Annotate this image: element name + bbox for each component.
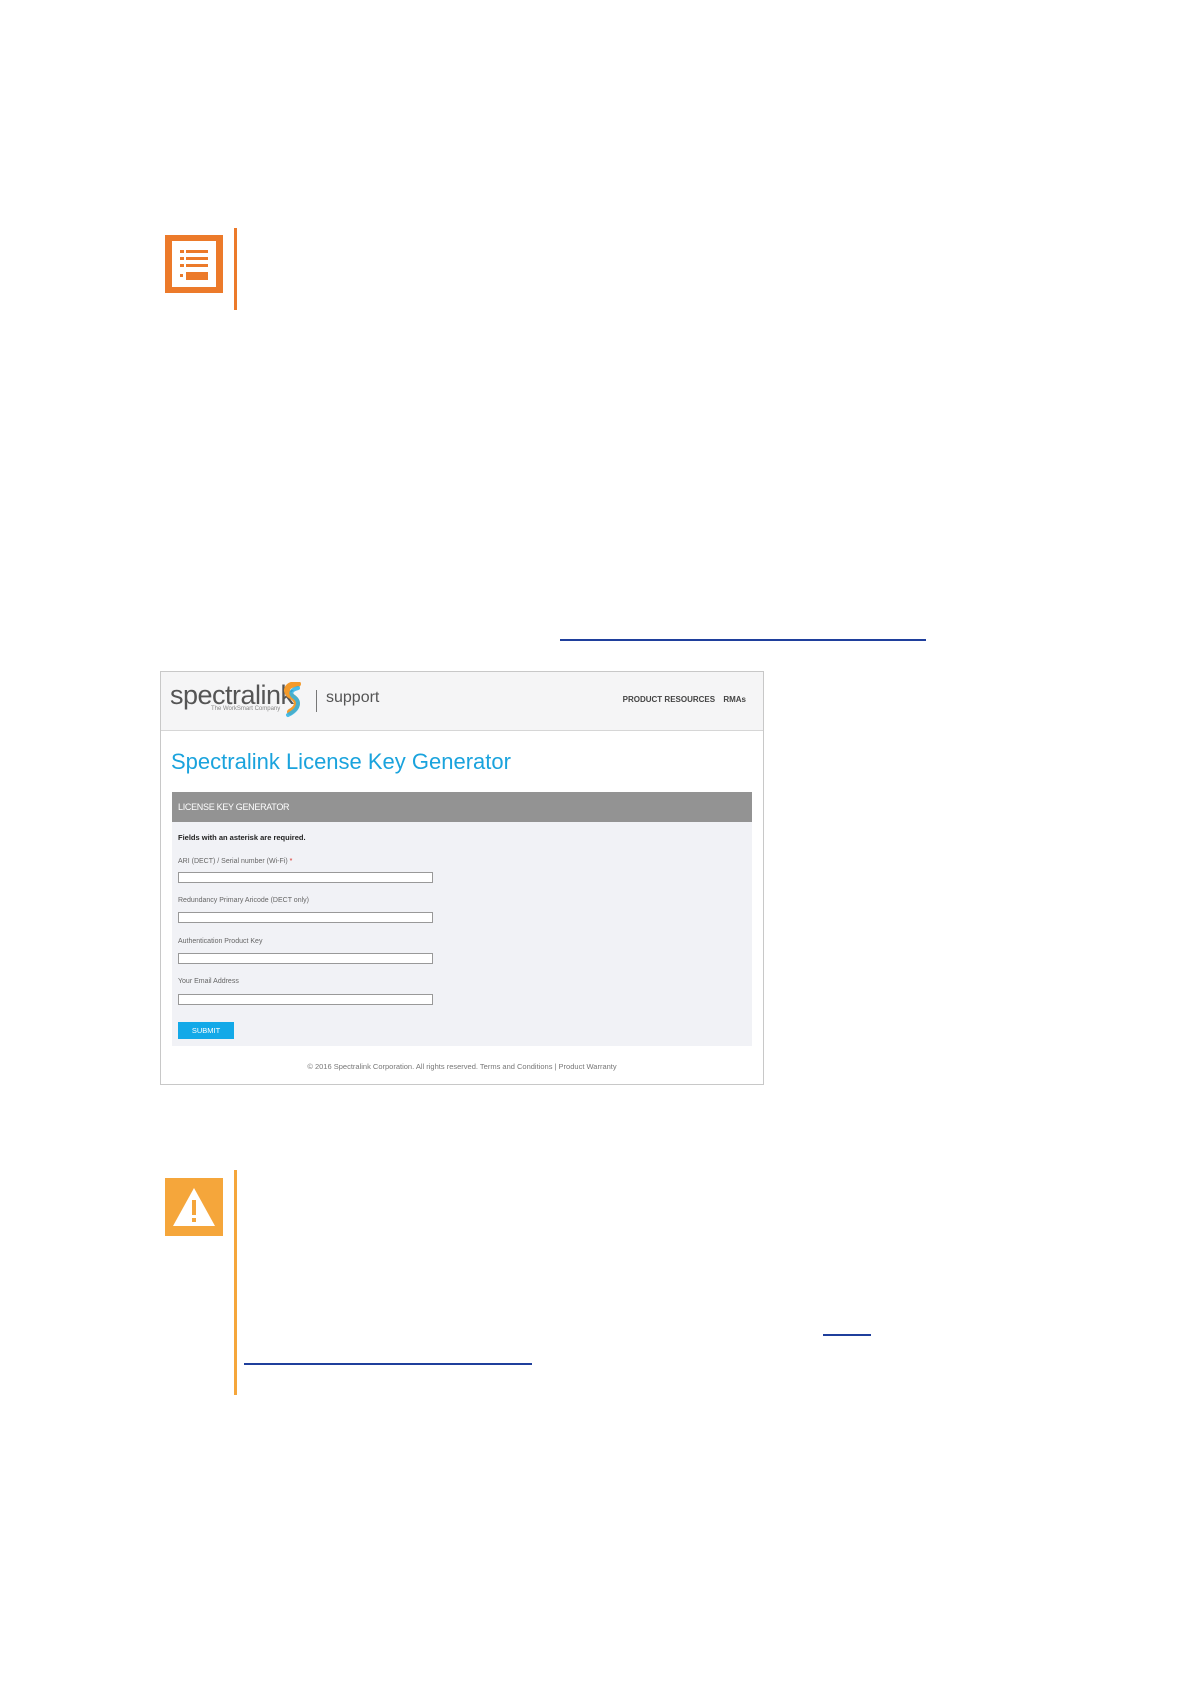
- site-header: spectralink The WorkSmart Company suppor…: [161, 672, 763, 731]
- license-key-generator-screenshot: spectralink The WorkSmart Company suppor…: [160, 671, 764, 1085]
- required-note: Fields with an asterisk are required.: [178, 833, 306, 842]
- top-nav: PRODUCT RESOURCES RMAs: [617, 695, 746, 704]
- required-asterisk: *: [289, 858, 293, 865]
- warning-callout-bar: [234, 1170, 237, 1395]
- warning-link-underline-1[interactable]: [823, 1334, 871, 1336]
- brand-separator: [316, 690, 317, 712]
- license-key-form: LICENSE KEY GENERATOR Fields with an ast…: [172, 792, 752, 1046]
- ari-serial-input[interactable]: [178, 872, 433, 883]
- field-label-email: Your Email Address: [178, 978, 239, 985]
- field-label-ari: ARI (DECT) / Serial number (Wi-Fi) *: [178, 858, 293, 865]
- support-link-underline[interactable]: [560, 639, 926, 641]
- warning-link-underline-2[interactable]: [244, 1363, 532, 1365]
- nav-product-resources[interactable]: PRODUCT RESOURCES: [623, 695, 715, 704]
- site-footer: © 2016 Spectralink Corporation. All righ…: [307, 1062, 617, 1071]
- note-icon: [165, 235, 223, 293]
- form-heading-bar: LICENSE KEY GENERATOR: [172, 792, 752, 822]
- nav-rmas[interactable]: RMAs: [723, 695, 746, 704]
- field-label-auth-key: Authentication Product Key: [178, 938, 263, 945]
- spectralink-logo-icon: [284, 682, 301, 717]
- submit-button[interactable]: SUBMIT: [178, 1022, 234, 1039]
- warning-triangle-icon: [165, 1178, 223, 1236]
- page-title: Spectralink License Key Generator: [171, 749, 511, 774]
- form-heading: LICENSE KEY GENERATOR: [178, 802, 290, 812]
- support-label: support: [326, 689, 380, 706]
- brand-tagline: The WorkSmart Company: [211, 706, 281, 712]
- email-input[interactable]: [178, 994, 433, 1005]
- auth-product-key-input[interactable]: [178, 953, 433, 964]
- redundancy-aricode-input[interactable]: [178, 912, 433, 923]
- note-callout-bar: [234, 228, 237, 310]
- field-label-redundancy: Redundancy Primary Aricode (DECT only): [178, 897, 309, 904]
